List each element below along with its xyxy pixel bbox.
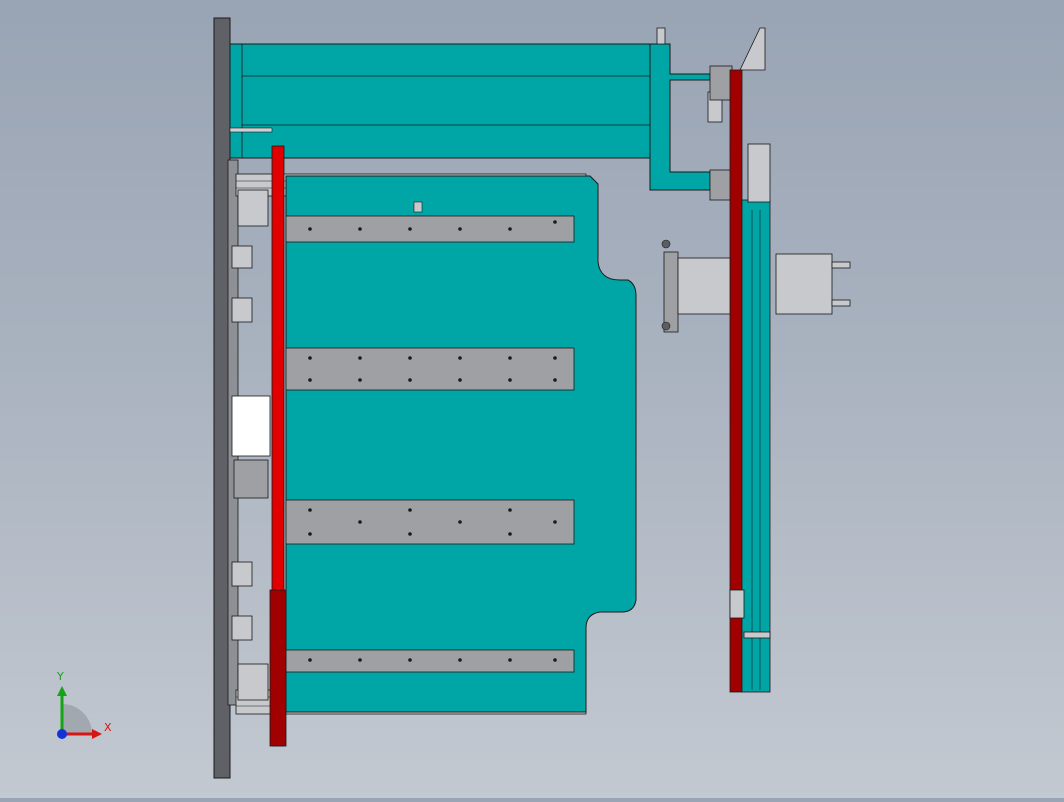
red-vertical-plate[interactable] <box>269 145 287 747</box>
x-axis-label: X <box>104 721 112 734</box>
coordinate-triad: Y X <box>48 670 118 746</box>
triad-icon <box>57 686 102 739</box>
assembly-drawing <box>213 17 851 779</box>
teal-carrier-panel[interactable] <box>285 175 637 713</box>
left-fixtures <box>231 189 271 701</box>
y-axis-label: Y <box>57 670 64 683</box>
cad-viewport[interactable]: Y X <box>0 0 1064 798</box>
right-column[interactable] <box>729 69 771 693</box>
